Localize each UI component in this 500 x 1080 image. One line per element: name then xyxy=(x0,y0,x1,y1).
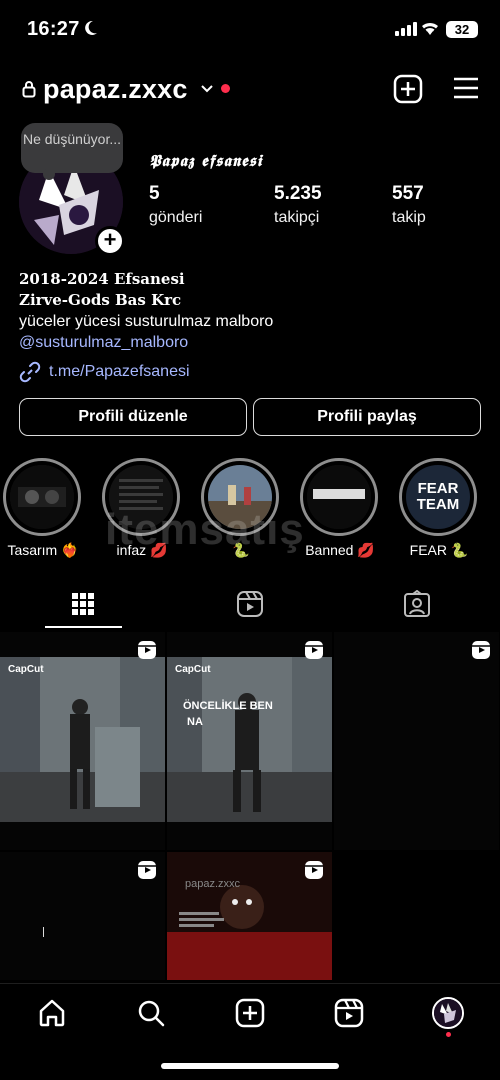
highlight-item[interactable]: Banned 💋 xyxy=(300,458,380,559)
battery-indicator: 32 xyxy=(446,21,478,38)
stat-following[interactable]: 557 takip xyxy=(392,183,426,227)
tab-grid[interactable] xyxy=(0,580,166,628)
reels-icon xyxy=(237,591,263,617)
bio-line: 2018-2024 Efsanesi xyxy=(19,270,185,288)
stat-posts[interactable]: 5 gönderi xyxy=(149,183,202,227)
stat-followers[interactable]: 5.235 takipçi xyxy=(274,183,322,227)
status-time: 16:27 xyxy=(27,18,80,40)
stat-value: 557 xyxy=(392,183,424,204)
create-plus-icon[interactable] xyxy=(393,74,423,104)
tagged-icon xyxy=(404,590,430,617)
share-profile-button[interactable]: Profili paylaş xyxy=(253,398,481,436)
profile-bio: 2018-2024 Efsanesi Zirve-Gods Bas Krc yü… xyxy=(19,269,489,354)
bio-mention-link[interactable]: @susturulmaz_malboro xyxy=(19,332,489,354)
tab-active-indicator xyxy=(45,626,122,628)
edit-profile-button[interactable]: Profili düzenle xyxy=(19,398,247,436)
posts-grid: CapCut CapCut ÖNCELİKLE BEN NA papaz.zxx… xyxy=(0,632,500,982)
create-plus-icon xyxy=(235,998,265,1028)
link-text[interactable]: t.me/Papazefsanesi xyxy=(49,363,190,381)
highlight-label: FEAR 🐍 xyxy=(409,542,469,558)
post-overlay-text: ÖNCELİKLE BEN xyxy=(183,700,273,712)
stat-value: 5 xyxy=(149,183,160,204)
post-overlay-text: NA xyxy=(187,716,203,728)
nav-home[interactable] xyxy=(35,996,69,1030)
link-icon xyxy=(19,361,41,383)
highlight-cover-text: FEAR TEAM xyxy=(416,480,460,513)
add-story-button[interactable]: + xyxy=(95,226,125,256)
home-icon xyxy=(39,999,65,1027)
grid-post[interactable] xyxy=(0,852,165,980)
highlight-item[interactable]: FEAR TEAM FEAR 🐍 xyxy=(399,458,479,559)
wifi-icon xyxy=(422,22,438,35)
post-text-cursor xyxy=(43,927,44,937)
highlight-cover xyxy=(307,465,371,529)
highlight-cover: FEAR TEAM xyxy=(406,465,470,529)
lock-icon xyxy=(22,81,36,98)
highlight-cover xyxy=(10,465,74,529)
chevron-down-icon[interactable] xyxy=(200,84,214,94)
highlight-ring xyxy=(3,458,81,536)
highlight-ring: FEAR TEAM xyxy=(399,458,477,536)
highlight-item[interactable]: Tasarım ❤️‍🔥 xyxy=(3,458,83,559)
stat-label: takipçi xyxy=(274,209,320,226)
reel-indicator-icon xyxy=(305,641,323,659)
grid-post[interactable] xyxy=(334,632,499,850)
display-name: 𝕻𝖆𝖕𝖆𝖟 𝖊𝖋𝖘𝖆𝖓𝖊𝖘𝖎 xyxy=(149,151,263,170)
stat-value: 5.235 xyxy=(274,183,322,204)
tab-reels[interactable] xyxy=(167,580,333,628)
profile-tabs xyxy=(0,580,500,630)
tab-tagged[interactable] xyxy=(334,580,500,628)
nav-create[interactable] xyxy=(233,996,267,1030)
highlight-label: Tasarım ❤️‍🔥 xyxy=(7,542,79,558)
reel-indicator-icon xyxy=(138,861,156,879)
status-bar: 16:27 32 xyxy=(0,0,500,60)
bio-line: Zirve-Gods Bas Krc xyxy=(19,291,182,309)
notification-dot xyxy=(446,1032,451,1037)
stat-label: gönderi xyxy=(149,209,203,226)
moon-icon xyxy=(85,20,97,35)
reel-indicator-icon xyxy=(472,641,490,659)
nav-reels[interactable] xyxy=(332,996,366,1030)
reel-indicator-icon xyxy=(138,641,156,659)
grid-post[interactable]: CapCut ÖNCELİKLE BEN NA xyxy=(167,632,332,850)
profile-username[interactable]: papaz.zxxc xyxy=(43,74,188,105)
bio-line: yüceler yücesi susturulmaz malboro xyxy=(19,313,274,330)
nav-search[interactable] xyxy=(134,996,168,1030)
profile-header: papaz.zxxc xyxy=(0,70,500,110)
cellular-signal-icon xyxy=(395,22,417,36)
grid-post[interactable]: CapCut xyxy=(0,632,165,850)
watermark-text: itemsatış xyxy=(105,505,305,554)
highlight-label: Banned 💋 xyxy=(305,542,375,558)
nav-profile[interactable] xyxy=(431,996,465,1030)
note-bubble[interactable]: Ne düşünüyor... xyxy=(21,123,123,180)
grid-icon xyxy=(72,593,94,615)
home-indicator[interactable] xyxy=(161,1063,339,1069)
bio-external-link[interactable]: t.me/Papazefsanesi xyxy=(19,361,190,383)
avatar xyxy=(432,997,464,1029)
capcut-label: CapCut xyxy=(8,664,44,675)
stat-label: takip xyxy=(392,209,426,226)
menu-icon[interactable] xyxy=(453,76,479,100)
capcut-label: CapCut xyxy=(175,664,211,675)
reel-indicator-icon xyxy=(305,861,323,879)
search-icon xyxy=(138,1000,165,1027)
notification-dot xyxy=(221,84,230,93)
grid-post[interactable]: papaz.zxxc xyxy=(167,852,332,980)
post-header-text: papaz.zxxc xyxy=(185,878,241,890)
highlight-ring xyxy=(300,458,378,536)
reels-nav-icon xyxy=(334,998,364,1028)
